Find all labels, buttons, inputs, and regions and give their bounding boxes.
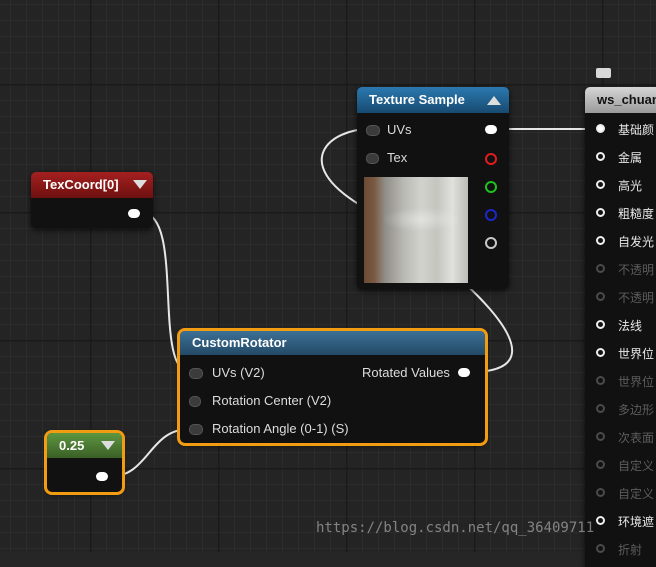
- result-pin-label: 粗糙度: [618, 207, 655, 221]
- rotator-angle-input-pin[interactable]: [189, 424, 203, 435]
- material-result-node[interactable]: ws_chuan 基础颜 金属 高光 粗糙度 自发光 不透明 不透明 法线 世界位 世界位 多边形次…: [585, 87, 656, 567]
- result-pin-13[interactable]: [596, 488, 605, 497]
- texture-uvs-input-pin[interactable]: [366, 125, 380, 136]
- rotator-angle-label: Rotation Angle (0-1) (S): [212, 421, 349, 436]
- result-pin-label: 法线: [618, 319, 643, 333]
- constant-header[interactable]: 0.25: [47, 433, 122, 458]
- texcoord-node[interactable]: TexCoord[0]: [31, 172, 153, 228]
- texture-uvs-label: UVs: [387, 122, 412, 137]
- collapse-arrow-icon[interactable]: [487, 96, 501, 105]
- constant-value[interactable]: 0.25: [59, 438, 84, 453]
- collapse-arrow-icon[interactable]: [101, 441, 115, 450]
- result-title: ws_chuan: [597, 92, 656, 107]
- result-pin-label: 金属: [618, 151, 643, 165]
- result-pin-label: 环境遮: [618, 515, 655, 529]
- result-header[interactable]: ws_chuan: [585, 87, 656, 113]
- result-pin-label: 世界位: [618, 375, 655, 389]
- texture-preview-thumbnail: [364, 177, 468, 283]
- texture-tex-label: Tex: [387, 150, 408, 165]
- constant-output-pin[interactable]: [96, 472, 108, 481]
- texture-rgb-output-pin[interactable]: [485, 125, 497, 134]
- result-pin-label: 基础颜: [618, 123, 655, 137]
- custom-rotator-title: CustomRotator: [192, 335, 287, 350]
- texcoord-header[interactable]: TexCoord[0]: [31, 172, 153, 198]
- result-pin-2[interactable]: [596, 180, 605, 189]
- result-pin-5[interactable]: [596, 264, 605, 273]
- rotator-center-input-pin[interactable]: [189, 396, 201, 407]
- result-pin-label: 不透明: [618, 263, 655, 277]
- result-pin-label: 多边形: [618, 403, 655, 417]
- result-pin-0[interactable]: [596, 124, 605, 133]
- result-pin-14[interactable]: [596, 516, 605, 525]
- result-pin-label: 自发光: [618, 235, 655, 249]
- rotator-center-label: Rotation Center (V2): [212, 393, 332, 408]
- result-pin-4[interactable]: [596, 236, 605, 245]
- texcoord-title: TexCoord[0]: [43, 177, 119, 192]
- texture-red-output-pin[interactable]: [485, 153, 497, 165]
- result-pin-9[interactable]: [596, 376, 605, 385]
- rotator-uvs-label: UVs (V2): [212, 365, 265, 380]
- result-pin-12[interactable]: [596, 460, 605, 469]
- custom-rotator-header[interactable]: CustomRotator: [180, 331, 485, 355]
- result-pin-label: 次表面: [618, 431, 655, 445]
- result-pin-label: 自定义: [618, 459, 655, 473]
- texture-tex-input-pin[interactable]: [366, 153, 379, 164]
- texture-green-output-pin[interactable]: [485, 181, 497, 193]
- result-pin-11[interactable]: [596, 432, 605, 441]
- result-pin-3[interactable]: [596, 208, 605, 217]
- comment-bubble-icon[interactable]: [596, 68, 611, 78]
- texture-alpha-output-pin[interactable]: [485, 237, 497, 249]
- rotator-output-pin[interactable]: [458, 368, 470, 377]
- result-pin-label: 折射: [618, 543, 643, 557]
- texture-sample-title: Texture Sample: [369, 92, 465, 107]
- rotator-uvs-input-pin[interactable]: [189, 368, 203, 379]
- constant-node[interactable]: 0.25: [44, 430, 125, 495]
- result-pin-8[interactable]: [596, 348, 605, 357]
- texture-sample-node[interactable]: Texture Sample UVs Tex: [357, 87, 509, 289]
- texture-blue-output-pin[interactable]: [485, 209, 497, 221]
- texture-sample-header[interactable]: Texture Sample: [357, 87, 509, 113]
- collapse-arrow-icon[interactable]: [133, 180, 147, 189]
- rotator-output-label: Rotated Values: [362, 365, 450, 380]
- texcoord-output-pin[interactable]: [128, 209, 140, 218]
- result-pin-7[interactable]: [596, 320, 605, 329]
- result-pin-6[interactable]: [596, 292, 605, 301]
- result-pin-label: 世界位: [618, 347, 655, 361]
- result-pin-1[interactable]: [596, 152, 605, 161]
- result-pin-label: 不透明: [618, 291, 655, 305]
- custom-rotator-node[interactable]: CustomRotator UVs (V2) Rotation Center (…: [177, 328, 488, 446]
- result-pin-10[interactable]: [596, 404, 605, 413]
- result-pin-label: 自定义: [618, 487, 655, 501]
- result-pin-label: 高光: [618, 179, 643, 193]
- watermark: https://blog.csdn.net/qq_36409711: [316, 520, 595, 536]
